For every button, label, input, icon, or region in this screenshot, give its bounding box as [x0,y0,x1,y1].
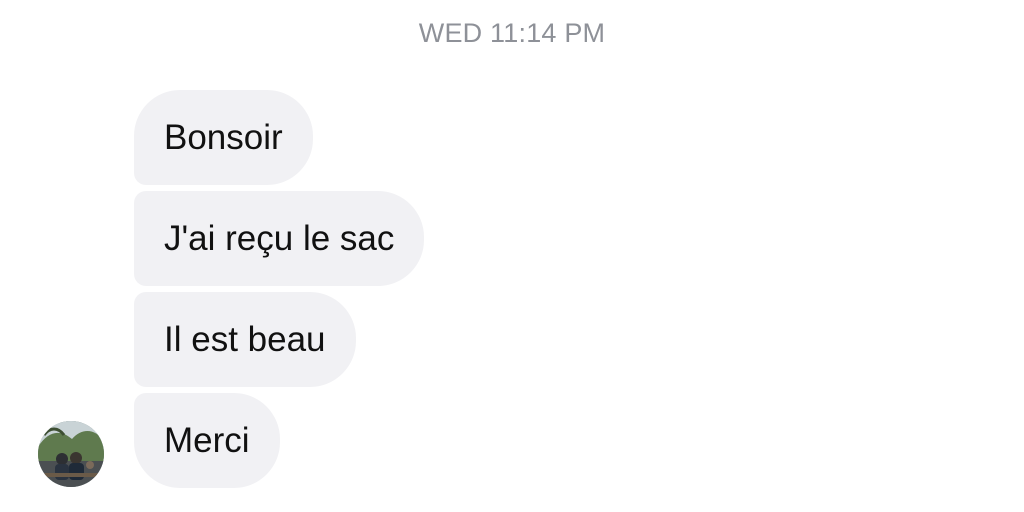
avatar-photo-icon [38,421,104,487]
message-bubble[interactable]: Bonsoir [134,90,313,185]
message-timestamp: WED 11:14 PM [418,18,606,48]
sender-avatar[interactable] [38,421,104,487]
message-bubble[interactable]: J'ai reçu le sac [134,191,425,286]
message-bubble[interactable]: Merci [134,393,280,488]
message-bubble[interactable]: Il est beau [134,292,356,387]
message-thread: Bonsoir J'ai reçu le sac Il est beau Mer… [134,90,425,494]
